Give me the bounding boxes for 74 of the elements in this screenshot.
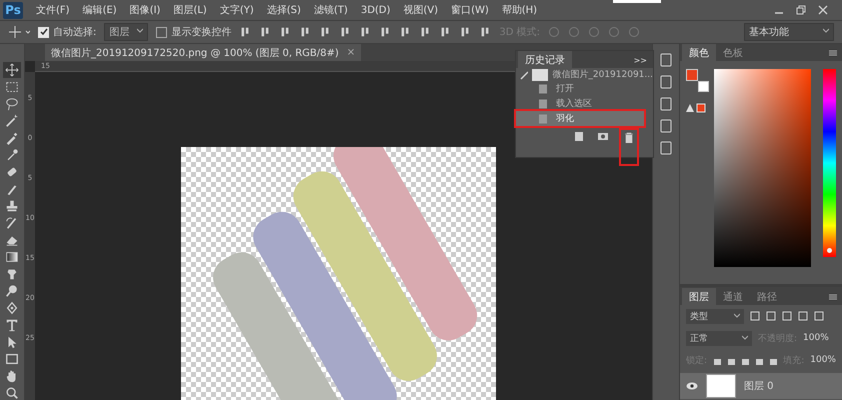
- background-swatch[interactable]: [698, 81, 709, 92]
- menu-icon[interactable]: [829, 50, 837, 56]
- menu-item[interactable]: 编辑(E): [82, 3, 117, 17]
- paragraph-icon[interactable]: [658, 140, 674, 156]
- new-document-icon[interactable]: [573, 130, 585, 142]
- character-icon[interactable]: [658, 118, 674, 134]
- align-icon[interactable]: [299, 26, 312, 38]
- layer-row[interactable]: 图层 0: [680, 373, 842, 399]
- menu-item[interactable]: 文件(F): [36, 3, 70, 17]
- menu-item[interactable]: 图层(L): [173, 3, 207, 17]
- warning-icon: [686, 103, 706, 114]
- align-icon[interactable]: [419, 26, 432, 38]
- menu-item[interactable]: 滤镜(T): [314, 3, 348, 17]
- color-field[interactable]: [714, 69, 811, 268]
- brush-preset-icon[interactable]: [658, 96, 674, 112]
- panel-tab[interactable]: 色板: [716, 44, 750, 62]
- menu-item[interactable]: 3D(D): [360, 4, 390, 16]
- hue-slider[interactable]: [823, 69, 836, 258]
- history-icon[interactable]: [658, 52, 674, 68]
- align-icon[interactable]: [359, 26, 372, 38]
- menu-item[interactable]: 图像(I): [130, 3, 160, 17]
- app-logo: Ps: [3, 2, 23, 18]
- filter-dropdown[interactable]: 类型: [686, 308, 744, 324]
- rectangle-icon[interactable]: [3, 351, 21, 367]
- menu-item[interactable]: 文字(Y): [220, 3, 254, 17]
- align-icon[interactable]: [319, 26, 332, 38]
- checkbox-label: 自动选择:: [53, 26, 96, 39]
- snapshot-thumbnail: [532, 68, 548, 80]
- delete-button[interactable]: [621, 130, 637, 164]
- move-icon[interactable]: [3, 62, 21, 78]
- menu-item[interactable]: 帮助(H): [502, 3, 538, 17]
- history-item[interactable]: 打开: [516, 81, 644, 96]
- menu-icon[interactable]: [829, 294, 837, 300]
- close-icon[interactable]: [818, 5, 828, 15]
- align-icon[interactable]: [479, 26, 492, 38]
- align-icon[interactable]: [259, 26, 272, 38]
- slider-thumb[interactable]: [827, 248, 832, 254]
- target-dropdown[interactable]: 图层: [104, 23, 148, 41]
- menu-item[interactable]: 窗口(W): [451, 3, 489, 17]
- restore-icon[interactable]: [796, 5, 806, 15]
- workspace-dropdown[interactable]: 基本功能: [744, 23, 834, 41]
- align-icon[interactable]: [279, 26, 292, 38]
- foreground-swatch[interactable]: [686, 69, 698, 82]
- panel-tab[interactable]: 历史记录: [518, 51, 572, 68]
- close-icon[interactable]: ×: [346, 47, 356, 58]
- panel-tab[interactable]: 路径: [750, 288, 784, 305]
- camera-icon[interactable]: [597, 130, 609, 142]
- brush-icon: [520, 70, 528, 80]
- checkbox[interactable]: [156, 26, 168, 38]
- layer-name: 图层 0: [744, 380, 774, 393]
- fill-field[interactable]: 100%: [810, 355, 836, 365]
- history-item[interactable]: 载入选区: [516, 96, 644, 111]
- eye-icon[interactable]: [686, 382, 698, 390]
- panel-tab[interactable]: 颜色: [682, 44, 716, 62]
- panel-tab[interactable]: 通道: [716, 288, 750, 305]
- align-icon[interactable]: [339, 26, 352, 38]
- align-icon[interactable]: [379, 26, 392, 38]
- trash-icon: [624, 132, 634, 143]
- panel-tab[interactable]: 图层: [682, 288, 716, 305]
- move-icon[interactable]: [8, 25, 30, 39]
- align-icon[interactable]: [239, 26, 252, 38]
- checkbox-label: 显示变换控件: [171, 26, 232, 39]
- properties-icon[interactable]: [658, 74, 674, 90]
- opacity-field[interactable]: 100%: [803, 333, 829, 343]
- layer-thumbnail: [706, 374, 736, 398]
- align-icon[interactable]: [439, 26, 452, 38]
- align-icon[interactable]: [399, 26, 412, 38]
- document-tab[interactable]: 微信图片_20191209172520.png @ 100% (图层 0, RGB/8#) ×: [45, 44, 362, 61]
- menu-item[interactable]: 选择(S): [266, 3, 301, 17]
- menu-item[interactable]: 视图(V): [403, 3, 438, 17]
- align-icon[interactable]: [459, 26, 472, 38]
- thumbnail: [613, 0, 661, 3]
- blend-mode-dropdown[interactable]: 正常: [686, 330, 752, 346]
- history-item[interactable]: 羽化: [516, 111, 644, 126]
